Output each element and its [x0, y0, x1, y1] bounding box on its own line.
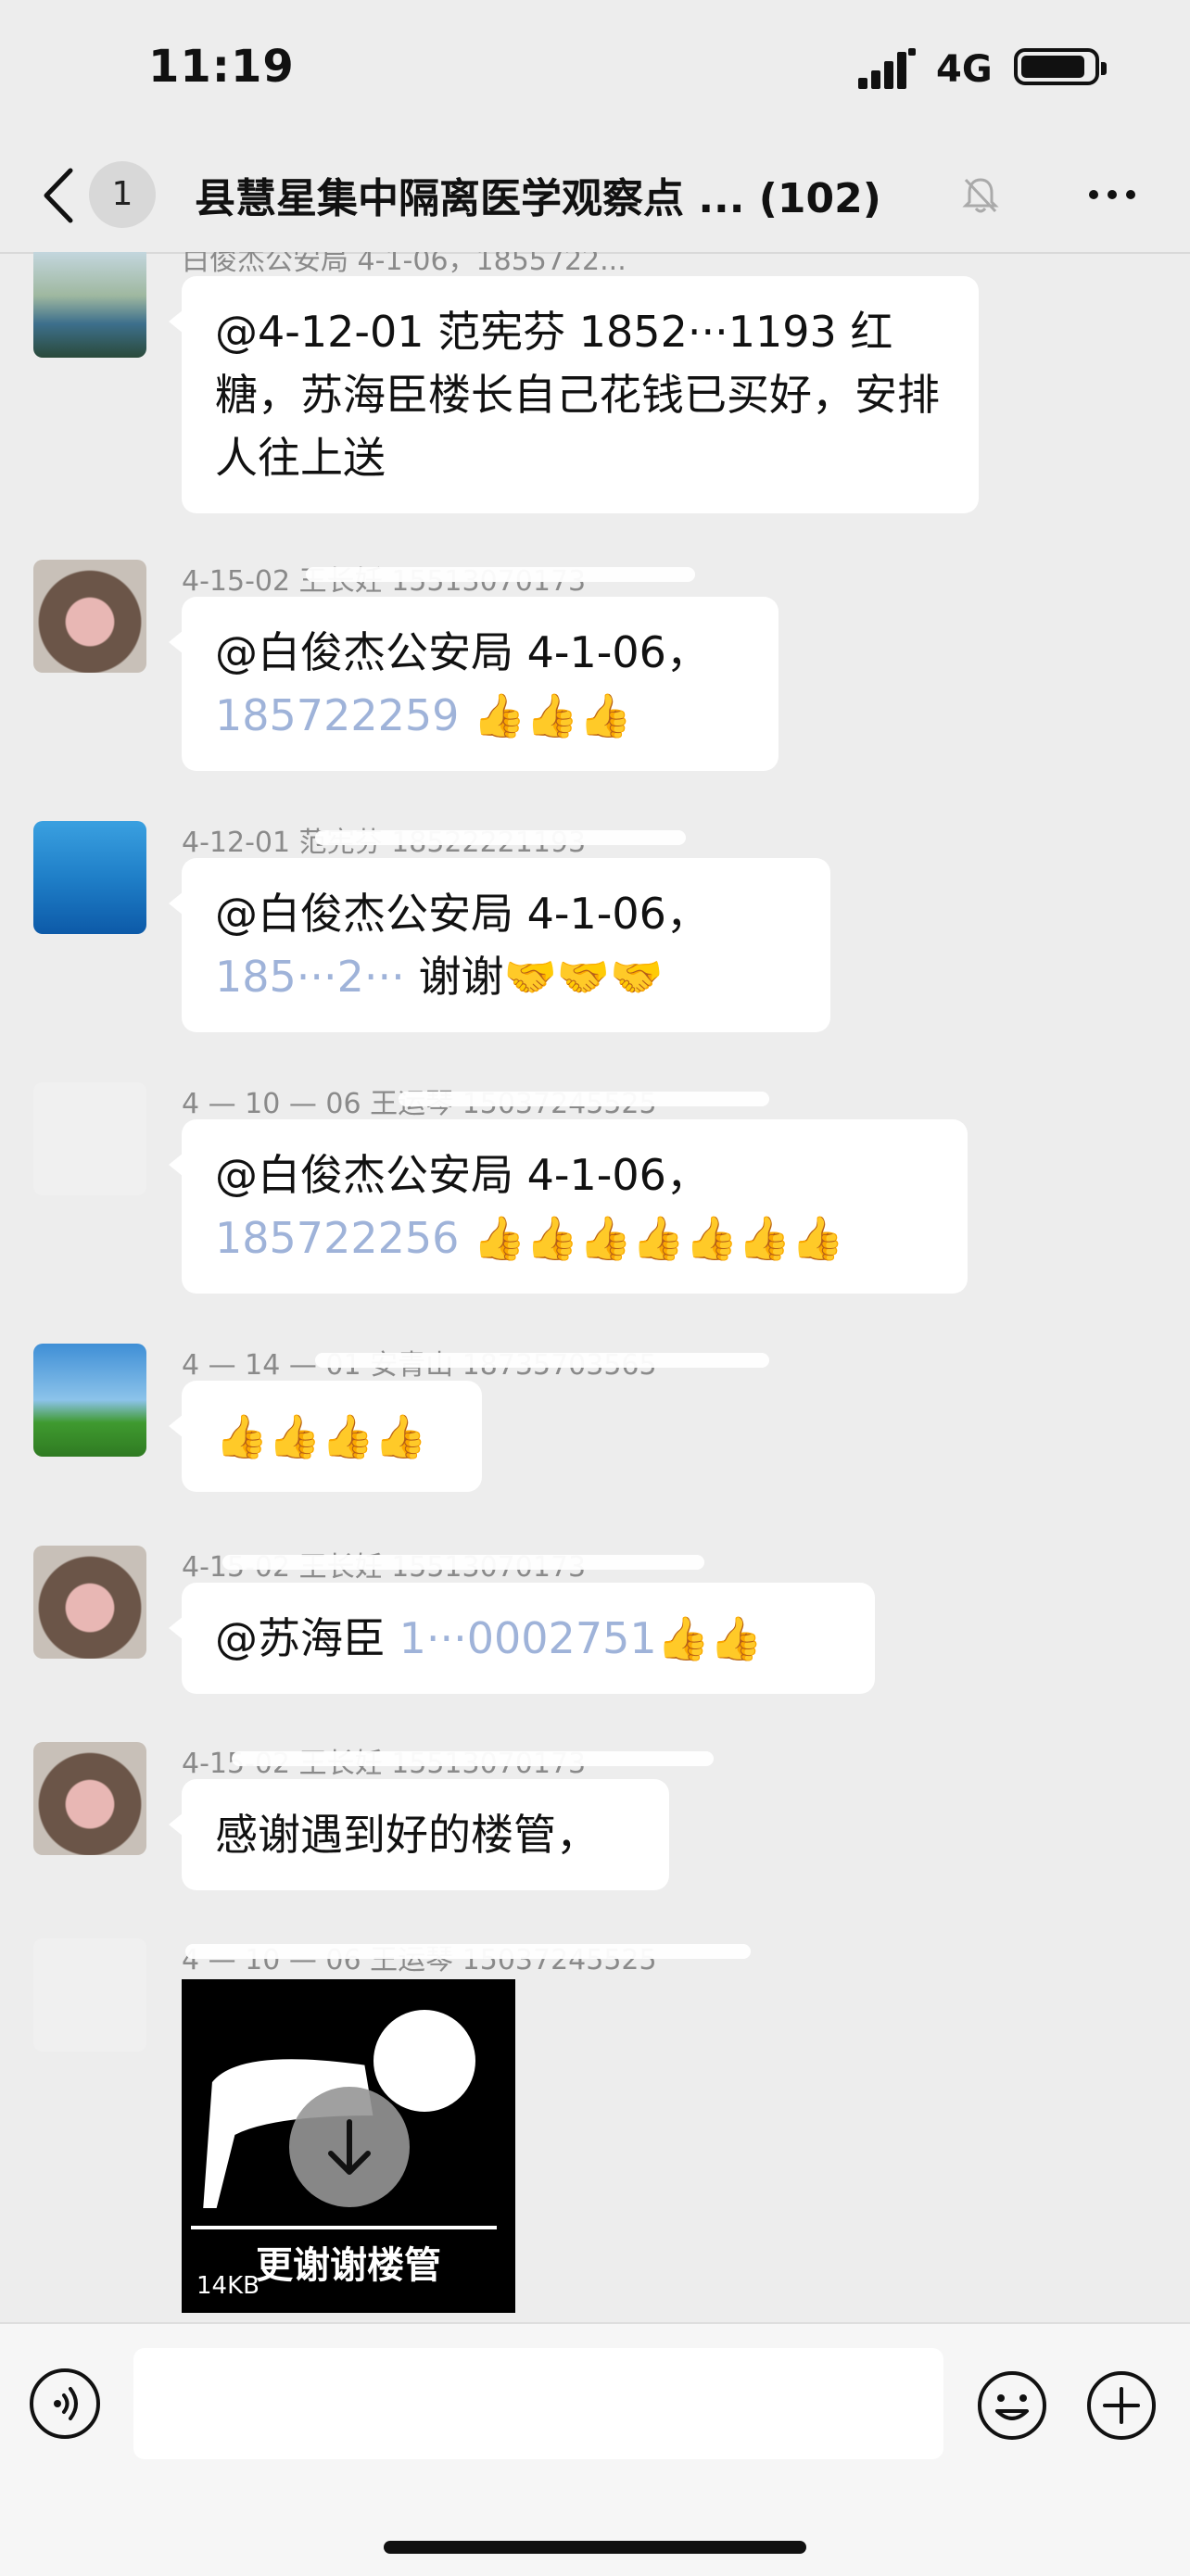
more-options-icon[interactable] — [1084, 176, 1140, 213]
redaction-scribble — [399, 1092, 769, 1106]
thumbs-up-emoji: 👍👍 — [656, 1613, 764, 1663]
avatar[interactable] — [33, 1082, 146, 1195]
message-text: @白俊杰公安局 4-1-06， — [215, 889, 709, 939]
phone-number[interactable]: 185722256 — [215, 1213, 459, 1263]
avatar[interactable] — [33, 1938, 146, 2052]
plus-icon[interactable] — [1084, 2368, 1158, 2443]
back-chevron-icon[interactable] — [37, 165, 82, 226]
message-bubble[interactable]: @苏海臣 1···0002751👍👍 — [169, 1583, 875, 1694]
chat-header: 1 县慧星集中隔离医学观察点 ... (102) — [0, 139, 1190, 254]
message-row: 4-15-02 王长妊 15513070173 @白俊杰公安局 4-1-06， … — [0, 558, 1190, 771]
message-text: @白俊杰公安局 4-1-06， — [215, 1150, 709, 1200]
message-bubble[interactable]: @白俊杰公安局 4-1-06， 185722256 👍👍👍👍👍👍👍 — [169, 1119, 968, 1294]
message-text: 感谢遇到好的楼管， — [215, 1810, 599, 1860]
status-bar: 11:19 4G — [0, 0, 1190, 139]
thumbs-up-emoji: 👍👍👍👍 — [215, 1411, 428, 1461]
sticker-size: 14KB — [196, 2272, 260, 2300]
sender-name: 白俊杰公安局 4-1-06，1855722... — [182, 252, 627, 277]
voice-input-button[interactable] — [30, 2368, 100, 2439]
unread-count-badge[interactable]: 1 — [89, 161, 156, 228]
redaction-scribble — [315, 1353, 769, 1368]
home-indicator — [384, 2541, 806, 2554]
download-arrow-icon — [328, 2119, 371, 2175]
thumbs-up-emoji: 👍👍👍 — [473, 690, 632, 740]
cellular-signal-icon — [858, 48, 916, 89]
message-list[interactable]: 白俊杰公安局 4-1-06，1855722... @4-12-01 范宪芬 18… — [0, 252, 1190, 2322]
voice-waves-icon — [54, 2387, 78, 2420]
message-bubble[interactable]: 👍👍👍👍 — [169, 1381, 482, 1492]
thumbs-up-emoji: 👍👍👍👍👍👍👍 — [473, 1213, 844, 1263]
redaction-scribble — [315, 830, 686, 845]
download-button[interactable] — [289, 2087, 410, 2207]
message-row: 4-15-02 王长妊 15513070173 感谢遇到好的楼管， — [0, 1740, 1190, 1890]
redaction-scribble — [306, 567, 695, 582]
message-text: 谢谢 — [418, 952, 504, 1002]
message-bubble[interactable]: 感谢遇到好的楼管， — [169, 1779, 669, 1890]
message-row: 4 — 14 — 01 安青山 18735703565 👍👍👍👍 — [0, 1342, 1190, 1492]
phone-number[interactable]: 185···2··· — [215, 952, 405, 1002]
message-text: @白俊杰公安局 4-1-06， — [215, 627, 709, 677]
message-bubble[interactable]: @白俊杰公安局 4-1-06， 185···2··· 谢谢🤝🤝🤝 — [169, 858, 830, 1032]
network-type: 4G — [936, 48, 993, 91]
avatar[interactable] — [33, 1742, 146, 1855]
message-row: 4-12-01 范宪芬 18522221193 @白俊杰公安局 4-1-06， … — [0, 819, 1190, 1032]
phone-number[interactable]: 1···0002751 — [399, 1613, 657, 1663]
sticker-image[interactable]: 更谢谢楼管 14KB — [182, 1979, 515, 2313]
redaction-scribble — [222, 1555, 704, 1570]
redaction-scribble — [185, 1944, 751, 1959]
message-bubble[interactable]: @4-12-01 范宪芬 1852···1193 红糖，苏海臣楼长自己花钱已买好… — [169, 276, 979, 513]
message-bubble[interactable]: @白俊杰公安局 4-1-06， 185722259 👍👍👍 — [169, 597, 779, 771]
avatar[interactable] — [33, 1344, 146, 1457]
handshake-emoji: 🤝🤝🤝 — [503, 952, 664, 1002]
message-input[interactable] — [133, 2348, 943, 2459]
message-text: @4-12-01 范宪芬 1852···1193 红糖，苏海臣楼长自己花钱已买好… — [215, 307, 940, 483]
redaction-scribble — [232, 1751, 714, 1766]
mute-bell-icon — [962, 178, 999, 213]
avatar[interactable] — [33, 1546, 146, 1659]
chat-title: 县慧星集中隔离医学观察点 ... (102) — [195, 175, 881, 222]
battery-icon — [1014, 48, 1107, 85]
input-bar — [0, 2322, 1190, 2576]
message-row: 4 — 10 — 06 王运琴 15037245525 @白俊杰公安局 4-1-… — [0, 1080, 1190, 1294]
avatar[interactable] — [33, 252, 146, 358]
avatar[interactable] — [33, 560, 146, 673]
message-row: 4 — 10 — 06 王运琴 15037245525 更谢谢楼管 14KB — [0, 1937, 1190, 2322]
status-time: 11:19 — [148, 41, 295, 93]
avatar[interactable] — [33, 821, 146, 934]
phone-number[interactable]: 185722259 — [215, 690, 459, 740]
emoji-icon[interactable] — [975, 2368, 1049, 2443]
message-row: 白俊杰公安局 4-1-06，1855722... @4-12-01 范宪芬 18… — [0, 252, 1190, 515]
message-row: 4-15-02 王长妊 15513070173 @苏海臣 1···0002751… — [0, 1544, 1190, 1694]
message-text: @苏海臣 — [215, 1613, 386, 1663]
